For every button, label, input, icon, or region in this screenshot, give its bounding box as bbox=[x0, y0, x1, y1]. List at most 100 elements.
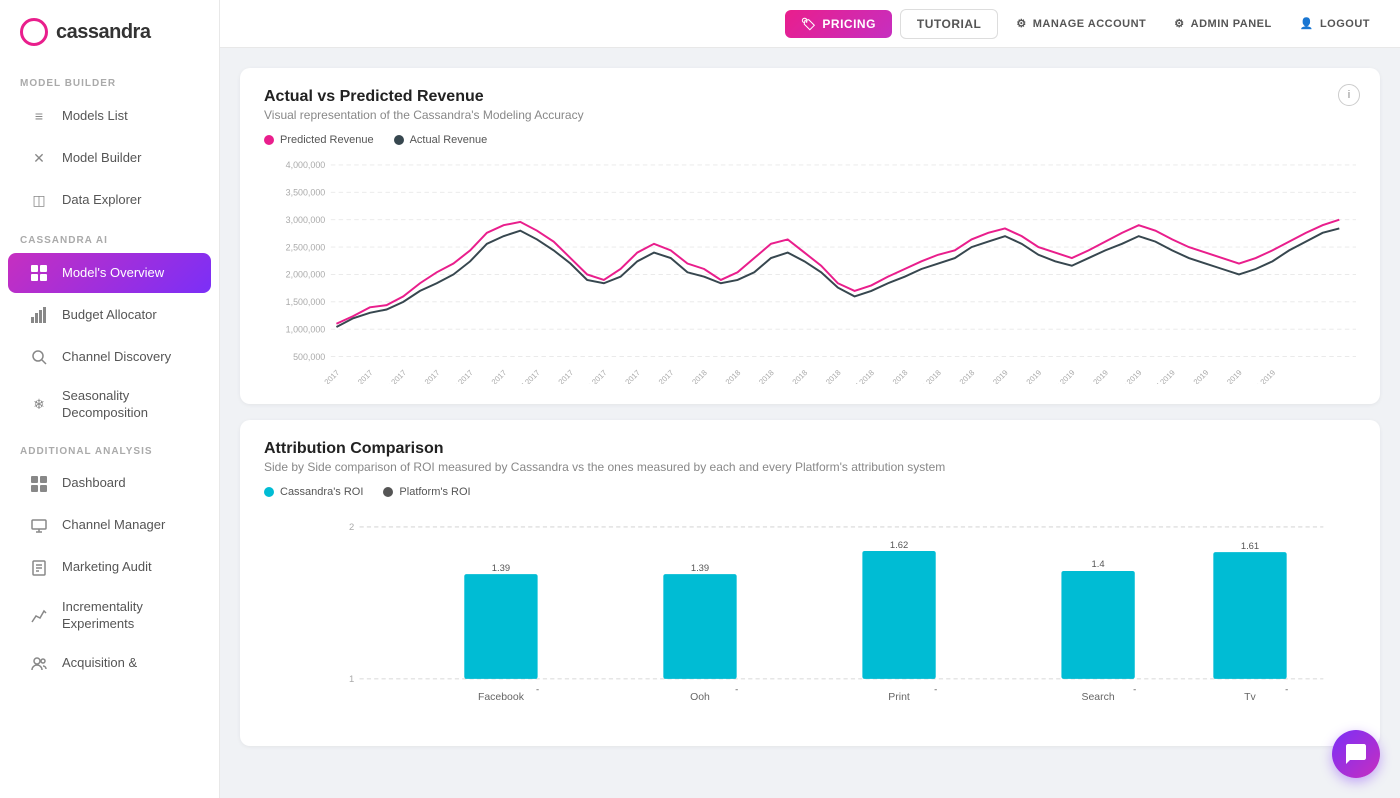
svg-text:1: 1 bbox=[349, 673, 354, 684]
sidebar-item-channel-manager[interactable]: Channel Manager bbox=[8, 506, 211, 546]
svg-text:07 Jan 2019: 07 Jan 2019 bbox=[973, 368, 1010, 384]
sidebar-item-label: Acquisition & bbox=[62, 655, 137, 672]
logo-area: cassandra bbox=[0, 0, 219, 64]
pricing-button[interactable]: 🏷 PRICING bbox=[785, 10, 892, 38]
svg-text:2: 2 bbox=[349, 521, 354, 532]
predicted-label: Predicted Revenue bbox=[280, 134, 374, 146]
svg-text:16 Jul 2018: 16 Jul 2018 bbox=[841, 368, 876, 384]
svg-text:-: - bbox=[1285, 683, 1288, 694]
svg-text:1,500,000: 1,500,000 bbox=[286, 297, 326, 307]
svg-text:2,500,000: 2,500,000 bbox=[286, 242, 326, 252]
svg-text:17 Apr 2017: 17 Apr 2017 bbox=[405, 368, 441, 384]
cassandra-color-dot bbox=[264, 487, 274, 497]
snowflake-icon: ❄ bbox=[28, 394, 50, 416]
overview-icon bbox=[28, 262, 50, 284]
chart1-legend: Predicted Revenue Actual Revenue bbox=[264, 134, 1356, 146]
predicted-color-dot bbox=[264, 135, 274, 145]
legend-cassandra-roi: Cassandra's ROI bbox=[264, 486, 363, 498]
audit-icon bbox=[28, 557, 50, 579]
sidebar-item-models-overview[interactable]: Model's Overview bbox=[8, 253, 211, 293]
pricing-label: PRICING bbox=[822, 17, 876, 31]
actual-color-dot bbox=[394, 135, 404, 145]
legend-actual: Actual Revenue bbox=[394, 134, 488, 146]
sidebar-item-dashboard[interactable]: Dashboard bbox=[8, 464, 211, 504]
attribution-chart-card: Attribution Comparison Side by Side comp… bbox=[240, 420, 1380, 746]
info-button[interactable]: i bbox=[1338, 84, 1360, 106]
chart2-title: Attribution Comparison bbox=[264, 440, 1356, 458]
admin-panel-label: ADMIN PANEL bbox=[1191, 18, 1272, 30]
svg-text:02 Jan 2017: 02 Jan 2017 bbox=[304, 368, 341, 384]
sidebar-item-marketing-audit[interactable]: Marketing Audit bbox=[8, 548, 211, 588]
svg-text:22 May 2017: 22 May 2017 bbox=[437, 368, 475, 384]
budget-icon bbox=[28, 304, 50, 326]
svg-text:26 Jun 2017: 26 Jun 2017 bbox=[472, 368, 509, 384]
bar-chart-svg: 2 1 1.39 - Facebook 1.39 - Ooh 1.62 bbox=[264, 506, 1356, 726]
svg-text:-: - bbox=[1133, 683, 1136, 694]
svg-text:1.61: 1.61 bbox=[1241, 540, 1259, 551]
section-model-builder: MODEL BUILDER bbox=[0, 64, 219, 95]
svg-text:29 Oct 2018: 29 Oct 2018 bbox=[906, 368, 942, 384]
content-area: i Actual vs Predicted Revenue Visual rep… bbox=[220, 48, 1400, 798]
svg-text:02 Apr 2018: 02 Apr 2018 bbox=[740, 368, 776, 384]
svg-text:-: - bbox=[536, 683, 539, 694]
sidebar-item-models-list[interactable]: ≡ Models List bbox=[8, 96, 211, 136]
section-cassandra-ai: CASSANDRA AI bbox=[0, 221, 219, 252]
gear-icon: ⚙ bbox=[1016, 17, 1026, 30]
svg-text:1.39: 1.39 bbox=[691, 562, 709, 573]
revenue-chart-card: i Actual vs Predicted Revenue Visual rep… bbox=[240, 68, 1380, 404]
svg-text:05 Aug 2019: 05 Aug 2019 bbox=[1173, 368, 1210, 384]
chart1-title: Actual vs Predicted Revenue bbox=[264, 88, 1356, 106]
experiments-icon bbox=[28, 605, 50, 627]
brand-name: cassandra bbox=[56, 21, 150, 44]
sidebar-item-seasonality[interactable]: ❄ Seasonality Decomposition bbox=[8, 379, 211, 431]
svg-text:26 Feb 2018: 26 Feb 2018 bbox=[705, 368, 742, 384]
svg-text:11 Feb 2019: 11 Feb 2019 bbox=[1006, 368, 1043, 384]
platform-roi-label: Platform's ROI bbox=[399, 486, 470, 498]
sidebar-item-label: Seasonality Decomposition bbox=[62, 388, 191, 422]
svg-text:04 Sep 2017: 04 Sep 2017 bbox=[538, 368, 576, 384]
tag-icon: 🏷 bbox=[801, 17, 817, 31]
sidebar-item-label: Budget Allocator bbox=[62, 307, 157, 324]
sidebar-item-budget-allocator[interactable]: Budget Allocator bbox=[8, 295, 211, 335]
svg-text:27 May 2019: 27 May 2019 bbox=[1105, 368, 1143, 384]
section-additional-analysis: ADDITIONAL ANALYSIS bbox=[0, 432, 219, 463]
discovery-icon bbox=[28, 346, 50, 368]
svg-text:Print: Print bbox=[888, 692, 910, 703]
sidebar-item-data-explorer[interactable]: ◫ Data Explorer bbox=[8, 180, 211, 220]
svg-text:Search: Search bbox=[1082, 692, 1115, 703]
settings-icon: ⚙ bbox=[1174, 17, 1184, 30]
sidebar-item-label: Channel Manager bbox=[62, 517, 165, 534]
dashboard-icon bbox=[28, 473, 50, 495]
svg-text:1.39: 1.39 bbox=[492, 562, 510, 573]
chart2-legend: Cassandra's ROI Platform's ROI bbox=[264, 486, 1356, 498]
tutorial-label: TUTORIAL bbox=[917, 17, 981, 31]
sidebar-item-incrementality[interactable]: Incrementality Experiments bbox=[8, 590, 211, 642]
sidebar-item-model-builder[interactable]: ✕ Model Builder bbox=[8, 138, 211, 178]
logout-button[interactable]: 👤 LOGOUT bbox=[1290, 10, 1380, 37]
admin-panel-button[interactable]: ⚙ ADMIN PANEL bbox=[1164, 10, 1281, 37]
legend-platform-roi: Platform's ROI bbox=[383, 486, 470, 498]
chart2-subtitle: Side by Side comparison of ROI measured … bbox=[264, 460, 1356, 474]
sidebar-item-channel-discovery[interactable]: Channel Discovery bbox=[8, 337, 211, 377]
line-chart: 4,000,000 3,500,000 3,000,000 2,500,000 … bbox=[264, 154, 1356, 384]
tutorial-button[interactable]: TUTORIAL bbox=[900, 9, 998, 39]
sidebar-item-acquisition[interactable]: Acquisition & bbox=[8, 644, 211, 684]
logout-label: LOGOUT bbox=[1320, 18, 1370, 30]
monitor-icon bbox=[28, 515, 50, 537]
sidebar-item-label: Model Builder bbox=[62, 150, 142, 167]
list-icon: ≡ bbox=[28, 105, 50, 127]
svg-text:31 Jul 2017: 31 Jul 2017 bbox=[507, 368, 542, 384]
bar-chart: 2 1 1.39 - Facebook 1.39 - Ooh 1.62 bbox=[264, 506, 1356, 726]
svg-text:1,000,000: 1,000,000 bbox=[286, 325, 326, 335]
user-icon: 👤 bbox=[1300, 17, 1314, 30]
sidebar-item-label: Dashboard bbox=[62, 475, 126, 492]
sidebar-item-label: Incrementality Experiments bbox=[62, 599, 191, 633]
svg-text:1.4: 1.4 bbox=[1092, 558, 1105, 569]
svg-text:18 Dec 2017: 18 Dec 2017 bbox=[638, 368, 676, 384]
svg-text:-: - bbox=[735, 683, 738, 694]
svg-text:13 Mar 2017: 13 Mar 2017 bbox=[371, 368, 408, 384]
chat-button[interactable] bbox=[1332, 730, 1380, 778]
svg-text:11 Jun 2018: 11 Jun 2018 bbox=[806, 368, 842, 384]
manage-account-button[interactable]: ⚙ MANAGE ACCOUNT bbox=[1006, 10, 1156, 37]
svg-text:15 Oct 2019: 15 Oct 2019 bbox=[1241, 368, 1277, 384]
